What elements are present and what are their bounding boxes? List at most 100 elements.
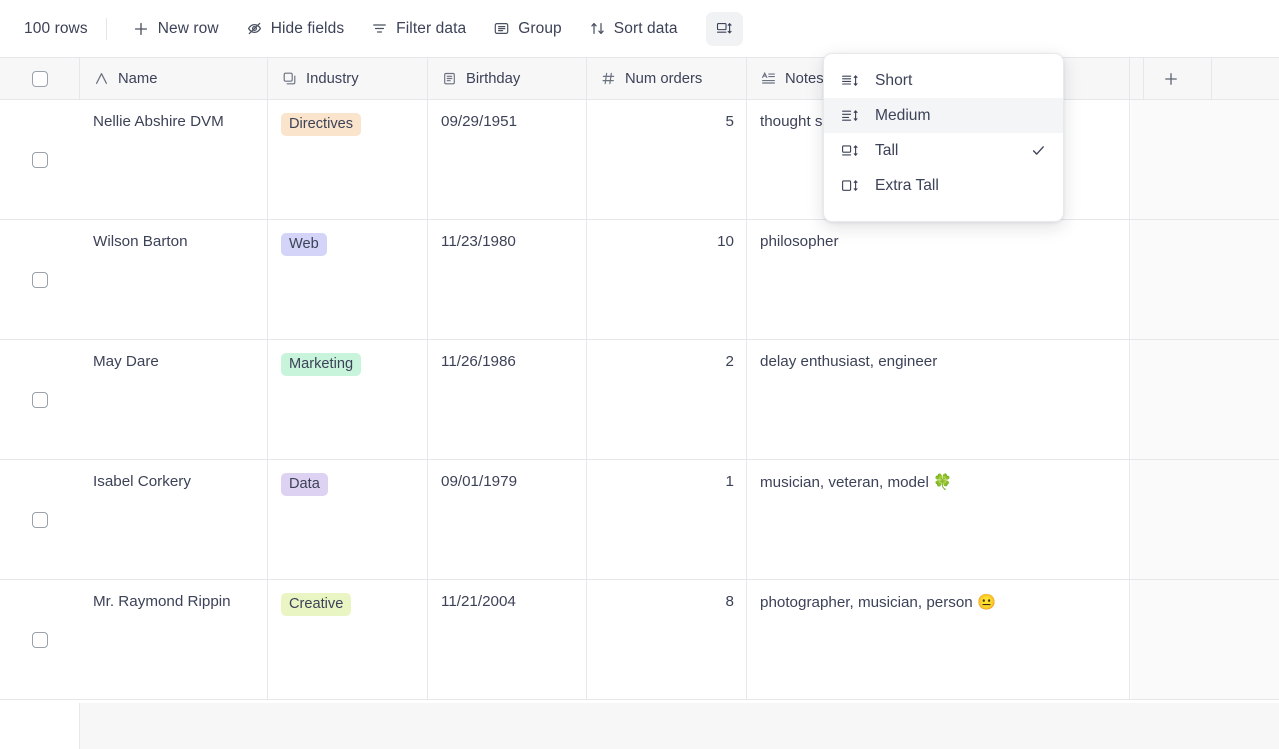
toolbar: 100 rows New row Hide fields Filter data <box>0 0 1279 57</box>
cell-birthday[interactable]: 11/21/2004 <box>428 580 587 699</box>
date-field-icon <box>441 71 457 87</box>
menu-item-extra-tall[interactable]: Extra Tall <box>824 168 1063 203</box>
cell-notes[interactable]: delay enthusiast, engineer <box>747 340 1130 459</box>
add-field-button[interactable] <box>1131 58 1212 99</box>
cell-birthday[interactable]: 11/23/1980 <box>428 220 587 339</box>
cell-industry[interactable]: Web <box>268 220 428 339</box>
cell-num-orders[interactable]: 8 <box>587 580 747 699</box>
menu-item-medium[interactable]: Medium <box>824 98 1063 133</box>
cell-name[interactable]: Isabel Corkery <box>80 460 268 579</box>
table-row[interactable]: Mr. Raymond Rippin Creative 11/21/20048pho… <box>0 580 1279 700</box>
column-header-birthday-label: Birthday <box>466 71 520 87</box>
column-header-num-orders[interactable]: Num orders <box>587 58 747 99</box>
table-row[interactable]: Wilson Barton Web 11/23/198010philosopher <box>0 220 1279 340</box>
footer-left-gap <box>0 703 80 749</box>
row-select-cell[interactable] <box>0 100 80 219</box>
check-icon <box>1031 143 1046 158</box>
row-select-cell[interactable] <box>0 220 80 339</box>
row-select-checkbox[interactable] <box>32 272 48 288</box>
group-button[interactable]: Group <box>484 12 571 46</box>
cell-birthday[interactable]: 09/01/1979 <box>428 460 587 579</box>
cell-industry[interactable]: Data <box>268 460 428 579</box>
cell-birthday[interactable]: 09/29/1951 <box>428 100 587 219</box>
industry-tag: Marketing <box>281 353 361 376</box>
cell-num-orders[interactable]: 10 <box>587 220 747 339</box>
menu-item-tall[interactable]: Tall <box>824 133 1063 168</box>
select-all-header[interactable] <box>0 58 80 99</box>
cell-industry[interactable]: Marketing <box>268 340 428 459</box>
cell-name[interactable]: Mr. Raymond Rippin <box>80 580 268 699</box>
row-select-checkbox[interactable] <box>32 152 48 168</box>
cell-notes[interactable]: musician, veteran, model 🍀 <box>747 460 1130 579</box>
menu-item-short-label: Short <box>875 72 1016 90</box>
hide-fields-button[interactable]: Hide fields <box>237 12 353 46</box>
row-count-label: 100 rows <box>24 20 88 38</box>
new-row-button[interactable]: New row <box>124 12 228 46</box>
row-height-menu[interactable]: Short Medium Tall <box>823 53 1064 222</box>
industry-tag: Web <box>281 233 327 256</box>
grid-footer-band <box>0 703 1279 749</box>
group-icon <box>493 20 510 37</box>
sort-data-button[interactable]: Sort data <box>580 12 687 46</box>
cell-name[interactable]: May Dare <box>80 340 268 459</box>
row-height-button[interactable] <box>706 12 743 46</box>
cell-num-orders[interactable]: 5 <box>587 100 747 219</box>
column-header-num-orders-label: Num orders <box>625 71 702 87</box>
row-tail-cell <box>1131 580 1279 699</box>
new-row-label: New row <box>158 20 219 38</box>
row-tail-cell <box>1131 460 1279 579</box>
hide-fields-label: Hide fields <box>271 20 344 38</box>
column-header-notes-label: Notes <box>785 71 824 87</box>
menu-item-extra-tall-label: Extra Tall <box>875 177 1016 195</box>
row-select-checkbox[interactable] <box>32 632 48 648</box>
cell-notes[interactable]: photographer, musician, person 😐 <box>747 580 1130 699</box>
table-row[interactable]: Nellie Abshire DVMDirectives09/29/19515t… <box>0 100 1279 220</box>
grid-header-row: Name Industry Birthday <box>0 57 1279 100</box>
row-tail-cell <box>1131 100 1279 219</box>
industry-tag: Creative <box>281 593 351 616</box>
cell-num-orders[interactable]: 1 <box>587 460 747 579</box>
select-field-icon <box>281 71 297 87</box>
cell-industry[interactable]: Creative <box>268 580 428 699</box>
menu-item-short[interactable]: Short <box>824 63 1063 98</box>
menu-item-tall-label: Tall <box>875 142 1016 160</box>
sort-icon <box>589 20 606 37</box>
row-select-cell[interactable] <box>0 580 80 699</box>
number-field-icon <box>600 71 616 87</box>
cell-industry[interactable]: Directives <box>268 100 428 219</box>
industry-tag: Directives <box>281 113 361 136</box>
cell-name[interactable]: Wilson Barton <box>80 220 268 339</box>
menu-item-tall-check <box>1030 143 1046 158</box>
column-header-name-label: Name <box>118 71 157 87</box>
table-row[interactable]: Isabel Corkery Data 09/01/19791musician, v… <box>0 460 1279 580</box>
row-height-tall-icon <box>841 142 861 160</box>
column-header-name[interactable]: Name <box>80 58 268 99</box>
plus-icon <box>133 20 150 37</box>
column-header-industry[interactable]: Industry <box>268 58 428 99</box>
select-all-checkbox[interactable] <box>32 71 48 87</box>
row-select-cell[interactable] <box>0 340 80 459</box>
row-tail-cell <box>1131 220 1279 339</box>
filter-data-button[interactable]: Filter data <box>362 12 475 46</box>
header-tail-spacer <box>1212 58 1279 99</box>
row-height-short-icon <box>841 72 861 90</box>
row-select-cell[interactable] <box>0 460 80 579</box>
cell-num-orders[interactable]: 2 <box>587 340 747 459</box>
cell-name[interactable]: Nellie Abshire DVM <box>80 100 268 219</box>
plus-icon <box>1163 71 1179 87</box>
sort-data-label: Sort data <box>614 20 678 38</box>
toolbar-divider <box>106 18 107 40</box>
column-header-birthday[interactable]: Birthday <box>428 58 587 99</box>
row-height-extratall-icon <box>841 177 861 195</box>
eye-off-icon <box>246 20 263 37</box>
table-row[interactable]: May Dare Marketing 11/26/19862delay enthus… <box>0 340 1279 460</box>
industry-tag: Data <box>281 473 328 496</box>
row-select-checkbox[interactable] <box>32 392 48 408</box>
row-height-medium-icon <box>841 107 861 125</box>
row-select-checkbox[interactable] <box>32 512 48 528</box>
cell-birthday[interactable]: 11/26/1986 <box>428 340 587 459</box>
filter-icon <box>371 20 388 37</box>
long-text-field-icon <box>760 71 776 87</box>
data-grid: Name Industry Birthday <box>0 57 1279 693</box>
cell-notes[interactable]: philosopher <box>747 220 1130 339</box>
